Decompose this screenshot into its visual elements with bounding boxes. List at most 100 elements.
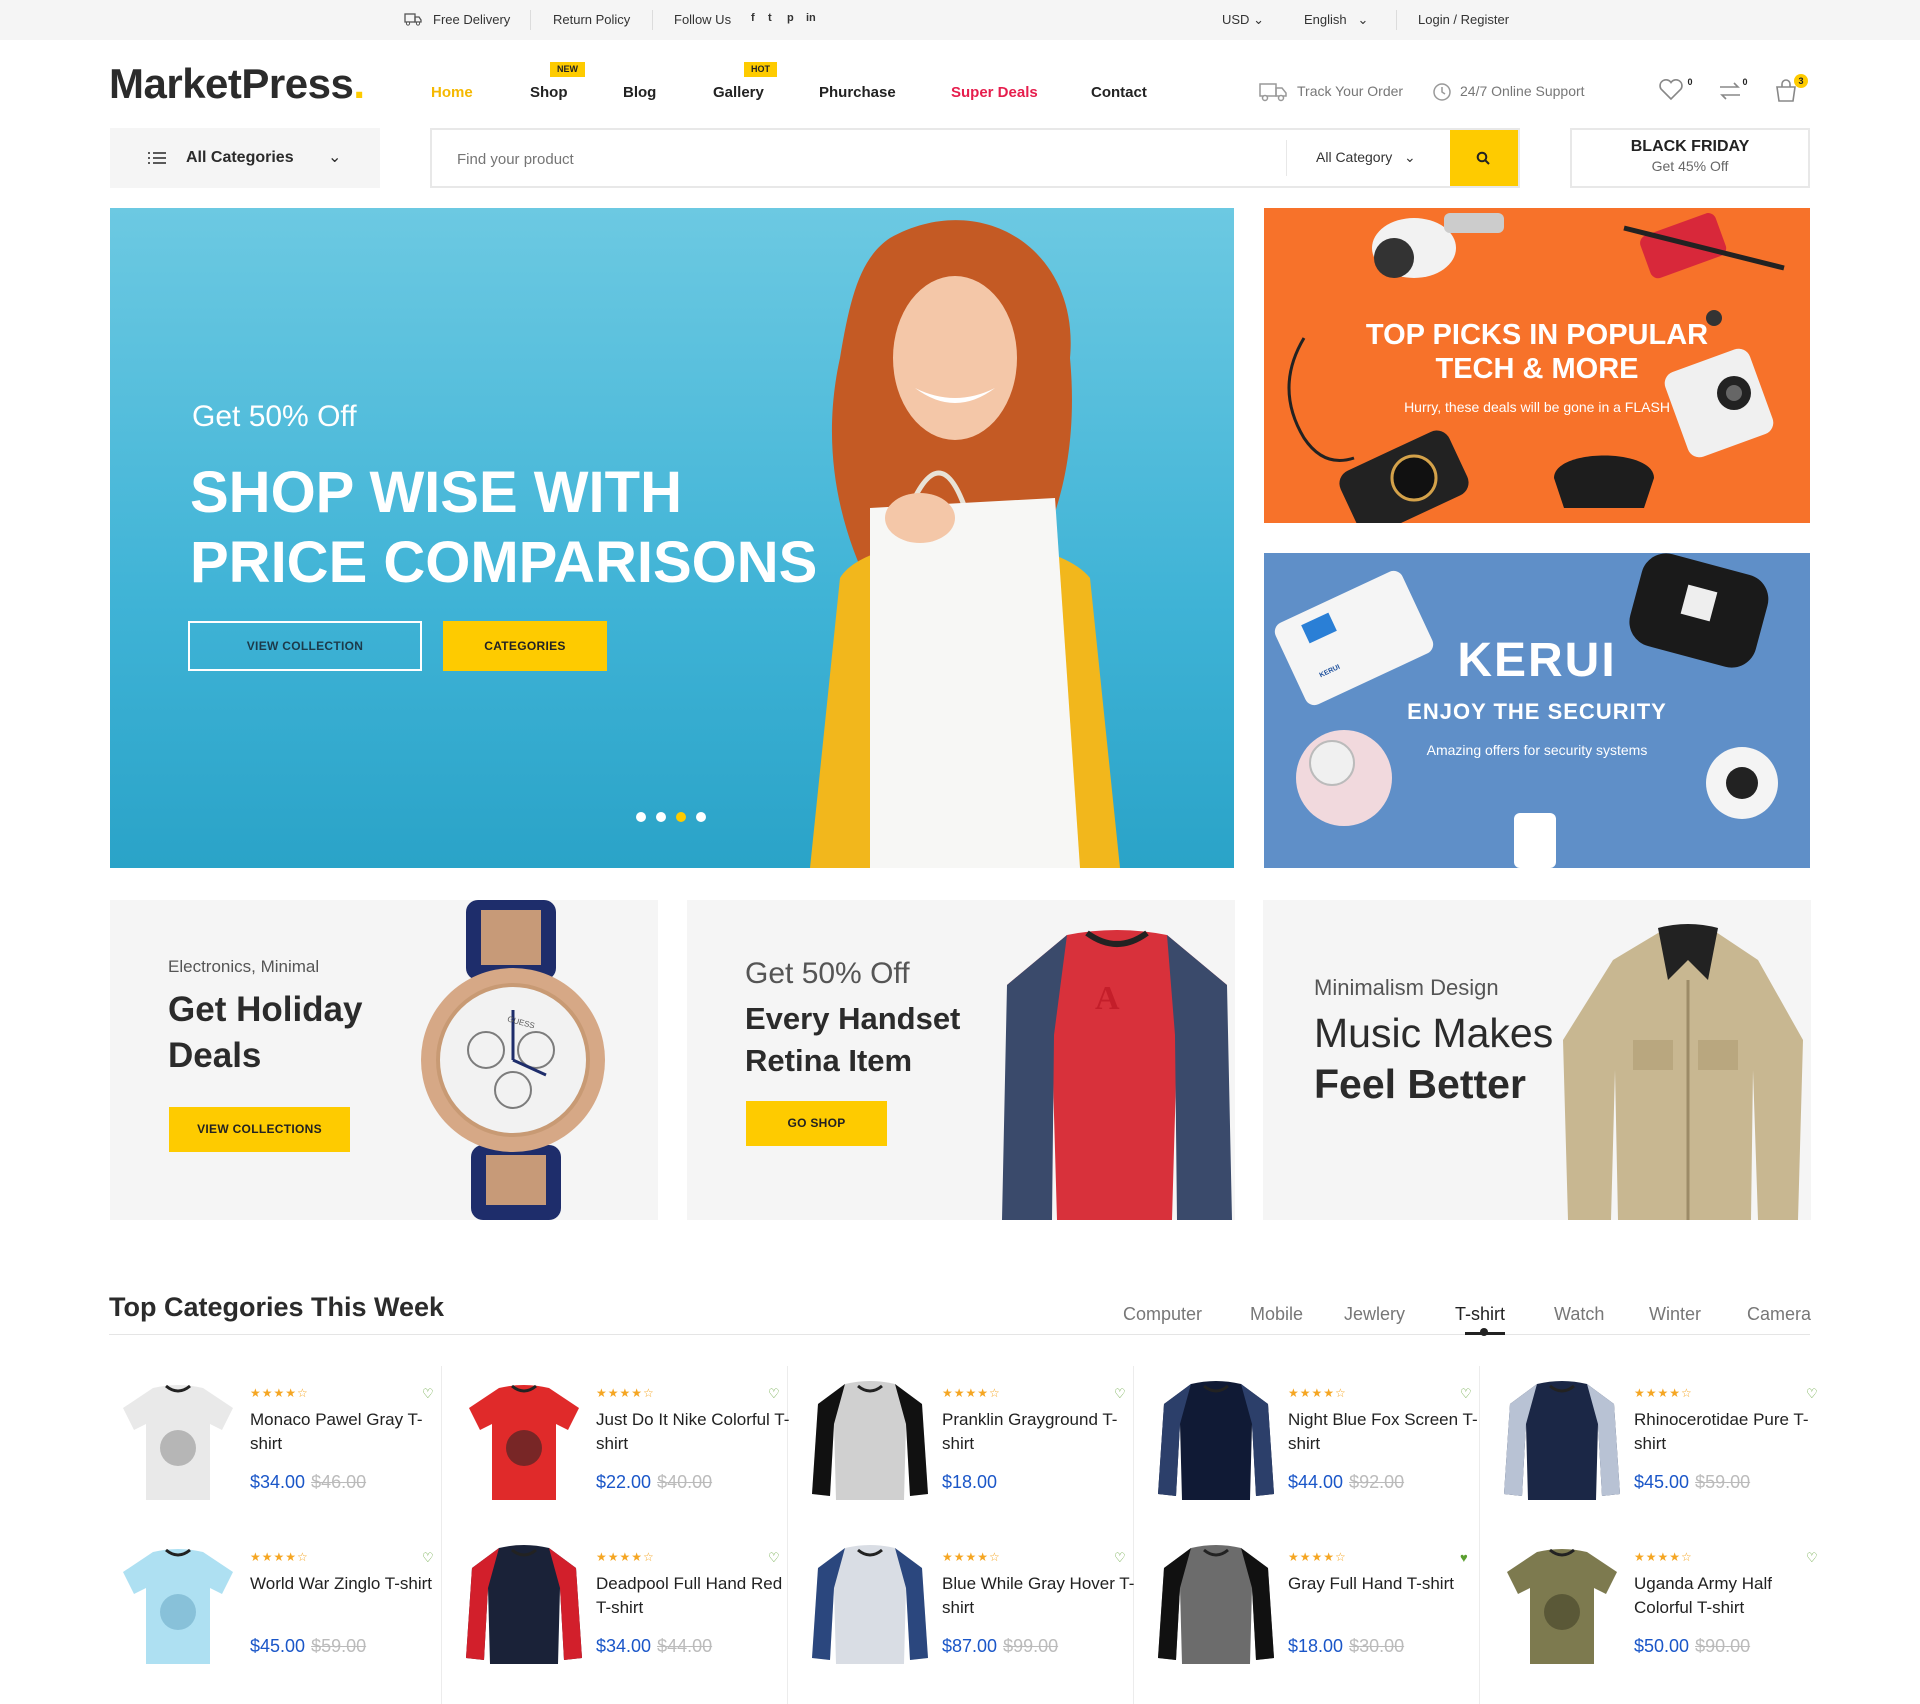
language-select[interactable]: English ⌄ bbox=[1304, 12, 1368, 28]
product-card[interactable]: ★★★★☆ ♡ World War Zinglo T-shirt $45.00 $59.… bbox=[110, 1530, 456, 1694]
search-input[interactable] bbox=[457, 147, 1097, 171]
product-card[interactable]: ★★★★☆ ♥ Gray Full Hand T-shirt $18.00 $30.00 bbox=[1148, 1530, 1494, 1694]
product-image[interactable] bbox=[810, 1538, 930, 1668]
wishlist-heart-icon[interactable]: ♡ bbox=[1114, 1386, 1126, 1402]
wishlist-heart-icon[interactable]: ♡ bbox=[768, 1386, 780, 1402]
tech-banner[interactable]: TOP PICKS IN POPULAR TECH & MORE Hurry, … bbox=[1264, 208, 1810, 523]
wishlist-heart-icon[interactable]: ♡ bbox=[422, 1386, 434, 1402]
wishlist-heart-icon[interactable]: ♡ bbox=[1806, 1386, 1818, 1402]
nav-phurchase[interactable]: Phurchase bbox=[819, 84, 896, 101]
product-card[interactable]: ★★★★☆ ♡ Blue While Gray Hover T-shirt $87.0… bbox=[802, 1530, 1148, 1694]
promo-holiday[interactable]: GUESS Electronics, Minimal Get Holiday D… bbox=[110, 900, 658, 1220]
product-card[interactable]: ★★★★☆ ♡ Night Blue Fox Screen T-shirt $44.0… bbox=[1148, 1366, 1494, 1530]
nav-shop[interactable]: Shop bbox=[530, 84, 568, 101]
tab-winter[interactable]: Winter bbox=[1649, 1304, 1701, 1325]
promo-music[interactable]: Minimalism Design Music Makes Feel Bette… bbox=[1263, 900, 1811, 1220]
product-name[interactable]: Gray Full Hand T-shirt bbox=[1288, 1572, 1488, 1596]
login-register-link[interactable]: Login / Register bbox=[1418, 12, 1509, 27]
search-bar: All Category ⌄ bbox=[430, 128, 1520, 188]
product-name[interactable]: Deadpool Full Hand Red T-shirt bbox=[596, 1572, 796, 1620]
view-collections-button[interactable]: VIEW COLLECTIONS bbox=[169, 1107, 350, 1152]
product-card[interactable]: ★★★★☆ ♡ Just Do It Nike Colorful T-shirt $2… bbox=[456, 1366, 802, 1530]
support-link[interactable]: 24/7 Online Support bbox=[1460, 83, 1585, 99]
view-collection-button[interactable]: VIEW COLLECTION bbox=[188, 621, 422, 671]
wishlist-heart-icon[interactable]: ♥ bbox=[1460, 1550, 1468, 1565]
nav-blog[interactable]: Blog bbox=[623, 84, 656, 101]
track-order-link[interactable]: Track Your Order bbox=[1297, 83, 1403, 99]
product-image[interactable] bbox=[118, 1374, 238, 1504]
product-image[interactable] bbox=[1502, 1374, 1622, 1504]
top-bar: Free Delivery Return Policy Follow Us f … bbox=[0, 0, 1920, 40]
return-policy-link[interactable]: Return Policy bbox=[553, 12, 630, 27]
nav-home[interactable]: Home bbox=[431, 84, 473, 101]
tabs-divider bbox=[109, 1334, 1810, 1335]
slider-dot[interactable] bbox=[696, 812, 706, 822]
free-delivery-link[interactable]: Free Delivery bbox=[433, 12, 510, 27]
product-name[interactable]: Pranklin Grayground T-shirt bbox=[942, 1408, 1142, 1456]
watch-image bbox=[421, 900, 605, 1220]
tab-tshirt[interactable]: T-shirt bbox=[1455, 1304, 1505, 1325]
product-image[interactable] bbox=[1502, 1538, 1622, 1668]
promo-title-1: Get Holiday bbox=[168, 990, 363, 1029]
product-name[interactable]: Uganda Army Half Colorful T-shirt bbox=[1634, 1572, 1834, 1620]
slider-dot-active[interactable] bbox=[676, 812, 686, 822]
currency-select[interactable]: USD ⌄ bbox=[1222, 12, 1264, 28]
chevron-down-icon: ⌄ bbox=[328, 149, 342, 166]
nav-super-deals[interactable]: Super Deals bbox=[951, 84, 1038, 101]
old-price: $44.00 bbox=[657, 1636, 713, 1656]
hero-title: SHOP WISE WITH PRICE COMPARISONS bbox=[190, 458, 817, 598]
facebook-icon[interactable]: f bbox=[751, 12, 755, 24]
linkedin-icon[interactable]: in bbox=[806, 12, 816, 24]
logo[interactable]: MarketPress. bbox=[109, 60, 365, 108]
current-price: $50.00 bbox=[1634, 1636, 1690, 1656]
all-categories-button[interactable]: All Categories ⌄ bbox=[110, 128, 380, 188]
product-image[interactable] bbox=[1156, 1374, 1276, 1504]
tab-watch[interactable]: Watch bbox=[1554, 1304, 1604, 1325]
tab-camera[interactable]: Camera bbox=[1747, 1304, 1811, 1325]
compare-count: 0 bbox=[1738, 75, 1752, 89]
truck-icon bbox=[404, 12, 422, 29]
product-image[interactable] bbox=[1156, 1538, 1276, 1668]
tab-jewlery[interactable]: Jewlery bbox=[1344, 1304, 1405, 1325]
go-shop-button[interactable]: GO SHOP bbox=[746, 1101, 887, 1146]
product-image[interactable] bbox=[810, 1374, 930, 1504]
wishlist-heart-icon[interactable]: ♡ bbox=[1460, 1386, 1472, 1402]
promo-handset[interactable]: A Get 50% Off Every Handset Retina Item … bbox=[687, 900, 1235, 1220]
categories-button[interactable]: CATEGORIES bbox=[443, 621, 607, 671]
wishlist-heart-icon[interactable]: ♡ bbox=[768, 1550, 780, 1566]
kerui-title: ENJOY THE SECURITY bbox=[1407, 699, 1667, 724]
nav-contact[interactable]: Contact bbox=[1091, 84, 1147, 101]
product-image[interactable] bbox=[464, 1374, 584, 1504]
tab-computer[interactable]: Computer bbox=[1123, 1304, 1202, 1325]
active-tab-dot bbox=[1480, 1328, 1488, 1336]
product-name[interactable]: Night Blue Fox Screen T-shirt bbox=[1288, 1408, 1488, 1456]
slider-dot[interactable] bbox=[636, 812, 646, 822]
product-name[interactable]: World War Zinglo T-shirt bbox=[250, 1572, 450, 1596]
wishlist-heart-icon[interactable]: ♡ bbox=[422, 1550, 434, 1566]
product-name[interactable]: Monaco Pawel Gray T-shirt bbox=[250, 1408, 450, 1456]
product-card[interactable]: ★★★★☆ ♡ Pranklin Grayground T-shirt $18.00 bbox=[802, 1366, 1148, 1530]
wishlist-heart-icon[interactable]: ♡ bbox=[1114, 1550, 1126, 1566]
black-friday-box[interactable]: BLACK FRIDAY Get 45% Off bbox=[1570, 128, 1810, 188]
product-card[interactable]: ★★★★☆ ♡ Uganda Army Half Colorful T-shirt $… bbox=[1494, 1530, 1840, 1694]
tab-mobile[interactable]: Mobile bbox=[1250, 1304, 1303, 1325]
product-card[interactable]: ★★★★☆ ♡ Deadpool Full Hand Red T-shirt $34.… bbox=[456, 1530, 802, 1694]
nav-gallery[interactable]: Gallery bbox=[713, 84, 764, 101]
product-name[interactable]: Just Do It Nike Colorful T-shirt bbox=[596, 1408, 796, 1456]
pinterest-icon[interactable]: p bbox=[787, 12, 794, 24]
current-price: $45.00 bbox=[1634, 1472, 1690, 1492]
product-image[interactable] bbox=[118, 1538, 238, 1668]
black-friday-title: BLACK FRIDAY bbox=[1630, 138, 1750, 155]
product-name[interactable]: Rhinocerotidae Pure T-shirt bbox=[1634, 1408, 1834, 1456]
product-card[interactable]: ★★★★☆ ♡ Monaco Pawel Gray T-shirt $34.00 $46… bbox=[110, 1366, 456, 1530]
product-name[interactable]: Blue While Gray Hover T-shirt bbox=[942, 1572, 1142, 1620]
product-card[interactable]: ★★★★☆ ♡ Rhinocerotidae Pure T-shirt $45.00 $… bbox=[1494, 1366, 1840, 1530]
category-select[interactable]: All Category ⌄ bbox=[1316, 149, 1416, 166]
wishlist-heart-icon[interactable]: ♡ bbox=[1806, 1550, 1818, 1566]
product-image[interactable] bbox=[464, 1538, 584, 1668]
search-button[interactable] bbox=[1450, 130, 1518, 186]
heart-icon[interactable] bbox=[1658, 78, 1684, 107]
kerui-banner[interactable]: KERUI ENJOY THE SECURITY Amazing offers … bbox=[1264, 553, 1810, 868]
twitter-icon[interactable]: t bbox=[768, 12, 772, 24]
slider-dot[interactable] bbox=[656, 812, 666, 822]
